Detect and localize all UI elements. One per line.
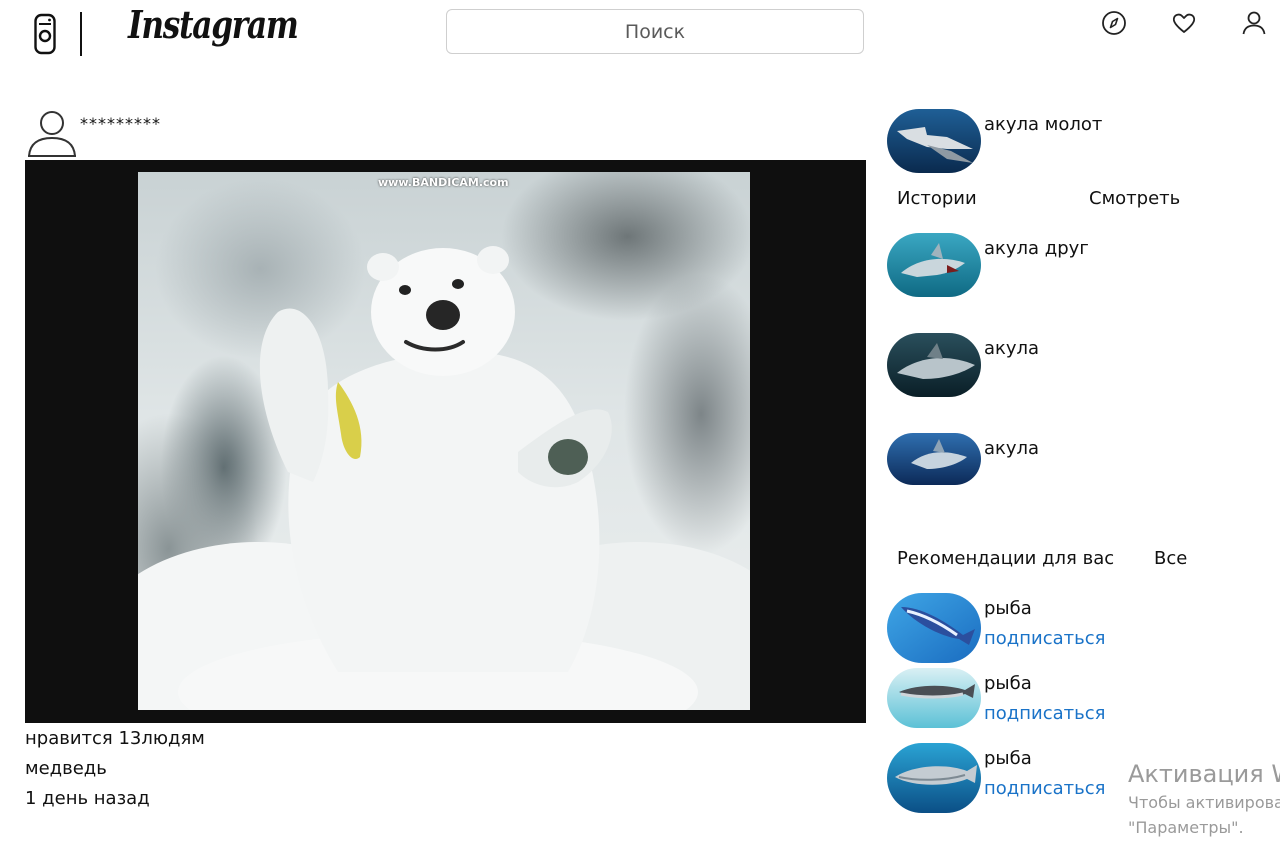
story-name[interactable]: акула друг [984,238,1089,259]
instagram-logo-icon[interactable] [34,12,56,56]
recommendation-thumb-fish[interactable] [887,743,981,813]
post-time: 1 день назад [25,788,150,809]
activation-watermark-title: Активация W [1128,760,1280,788]
see-all-button[interactable]: Все [1154,548,1187,569]
recommendation-name[interactable]: рыба [984,673,1032,694]
search-input[interactable] [446,9,864,54]
recommendations-header: Рекомендации для вас [897,548,1115,569]
post-avatar-icon[interactable] [26,108,80,158]
follow-button[interactable]: подписаться [984,703,1105,724]
story-thumb-hammerhead[interactable] [887,109,981,173]
heart-icon[interactable] [1170,9,1198,37]
post-video[interactable]: www.BANDICAM.com [25,160,866,723]
post-likes: нравится 13людям [25,728,205,749]
recommendation-name[interactable]: рыба [984,748,1032,769]
story-thumb-shark[interactable] [887,233,981,297]
recommendation-thumb-fish[interactable] [887,668,981,728]
follow-button[interactable]: подписаться [984,628,1105,649]
recommendation-thumb-fish[interactable] [887,593,981,663]
video-watermark: www.BANDICAM.com [378,176,509,189]
instagram-wordmark[interactable]: Instagram [128,2,299,47]
story-thumb-shark[interactable] [887,433,981,485]
follow-button[interactable]: подписаться [984,778,1105,799]
story-thumb-shark[interactable] [887,333,981,397]
post-caption: медведь [25,758,107,779]
story-name[interactable]: акула [984,438,1039,459]
compass-icon[interactable] [1100,9,1128,37]
activation-watermark-line: "Параметры". [1128,818,1244,837]
post-username[interactable]: ********* [80,114,161,133]
profile-icon[interactable] [1240,9,1268,37]
recommendation-name[interactable]: рыба [984,598,1032,619]
logo-divider [80,12,82,56]
story-name[interactable]: акула молот [984,114,1102,135]
activation-watermark-line: Чтобы активирова [1128,793,1280,812]
stories-header: Истории [897,188,977,209]
video-frame: www.BANDICAM.com [138,172,750,710]
watch-all-button[interactable]: Смотреть [1089,188,1180,209]
story-name[interactable]: акула [984,338,1039,359]
